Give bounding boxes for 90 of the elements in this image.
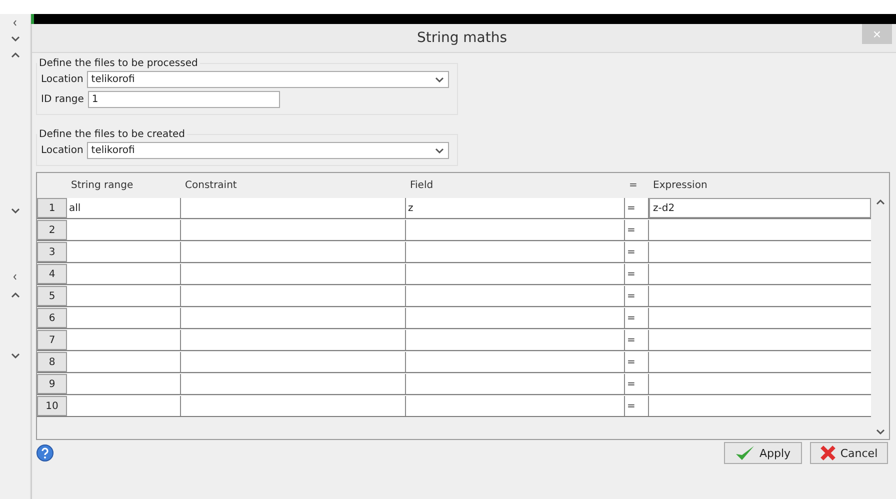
- table-cell[interactable]: [67, 242, 181, 262]
- table-cell[interactable]: [67, 396, 181, 416]
- equals-cell: =: [625, 330, 649, 350]
- table-cell[interactable]: [406, 352, 625, 372]
- id-range-label: ID range: [41, 94, 84, 105]
- table-cell[interactable]: [649, 374, 871, 394]
- apply-button[interactable]: Apply: [724, 442, 802, 464]
- scroll-up-icon: [876, 199, 884, 205]
- table-cell[interactable]: [649, 220, 871, 240]
- equals-cell: =: [625, 242, 649, 262]
- column-header: =: [628, 180, 638, 191]
- row-number: 2: [37, 220, 67, 240]
- table-cell[interactable]: [181, 308, 406, 328]
- table-cell[interactable]: [67, 330, 181, 350]
- table-cell[interactable]: [67, 374, 181, 394]
- chevron-down-icon: [10, 36, 20, 42]
- chevron-left-icon: [13, 274, 17, 280]
- equals-cell: =: [625, 286, 649, 306]
- chevron-down-icon: [10, 208, 20, 214]
- group-title: Define the files to be created: [38, 129, 186, 140]
- table-cell[interactable]: [649, 396, 871, 416]
- table-cell[interactable]: [406, 374, 625, 394]
- table-cell[interactable]: [67, 220, 181, 240]
- cross-icon: [820, 445, 836, 461]
- table-cell[interactable]: [67, 286, 181, 306]
- table-cell[interactable]: [406, 308, 625, 328]
- id-range-field[interactable]: 1: [88, 91, 280, 108]
- table-cell[interactable]: [67, 308, 181, 328]
- table-cell[interactable]: [67, 352, 181, 372]
- table-cell[interactable]: [649, 308, 871, 328]
- table-cell[interactable]: [67, 264, 181, 284]
- table-cell[interactable]: [406, 242, 625, 262]
- row-number: 5: [37, 286, 67, 306]
- chevron-down-icon: [10, 353, 20, 359]
- table-cell[interactable]: [649, 286, 871, 306]
- table-cell[interactable]: [181, 242, 406, 262]
- column-header: Field: [409, 180, 434, 191]
- row-number: 10: [37, 396, 67, 416]
- table-cell[interactable]: [649, 352, 871, 372]
- chevron-up-icon: [10, 52, 20, 58]
- checkmark-icon: [735, 445, 756, 461]
- row-number: 1: [37, 198, 67, 218]
- cancel-button[interactable]: Cancel: [810, 442, 888, 464]
- table-cell[interactable]: [406, 286, 625, 306]
- table-cell[interactable]: [406, 330, 625, 350]
- table-cell[interactable]: [181, 374, 406, 394]
- table-cell[interactable]: [406, 264, 625, 284]
- equals-cell: =: [625, 396, 649, 416]
- chevron-down-icon: [435, 76, 444, 82]
- window-title: String maths: [416, 30, 508, 46]
- equals-cell: =: [625, 374, 649, 394]
- row-number: 7: [37, 330, 67, 350]
- table-cell[interactable]: all: [67, 198, 181, 218]
- location-label: Location: [41, 145, 84, 156]
- chevron-down-icon: [435, 148, 444, 154]
- table-cell[interactable]: [181, 264, 406, 284]
- table-cell[interactable]: [181, 396, 406, 416]
- row-number: 6: [37, 308, 67, 328]
- location-label: Location: [41, 74, 84, 85]
- row-number: 9: [37, 374, 67, 394]
- equals-cell: =: [625, 352, 649, 372]
- table-cell[interactable]: [181, 330, 406, 350]
- column-header: Constraint: [184, 180, 238, 191]
- row-number: 4: [37, 264, 67, 284]
- equals-cell: =: [625, 264, 649, 284]
- table-cell[interactable]: z: [406, 198, 625, 218]
- chevron-up-icon: [10, 292, 20, 298]
- table-cell[interactable]: [406, 220, 625, 240]
- equals-cell: =: [625, 220, 649, 240]
- location-dropdown[interactable]: telikorofi: [87, 142, 450, 159]
- table-cell[interactable]: [406, 396, 625, 416]
- column-header: Expression: [652, 180, 708, 191]
- row-number: 3: [37, 242, 67, 262]
- chevron-left-icon: [13, 20, 17, 26]
- help-icon[interactable]: [36, 444, 54, 462]
- table-cell[interactable]: [181, 220, 406, 240]
- group-title: Define the files to be processed: [38, 58, 199, 69]
- location-dropdown[interactable]: telikorofi: [87, 71, 450, 88]
- scroll-down-icon: [876, 429, 884, 435]
- equals-cell: =: [625, 198, 649, 218]
- table-cell[interactable]: [649, 330, 871, 350]
- row-number: 8: [37, 352, 67, 372]
- equals-cell: =: [625, 308, 649, 328]
- table-cell[interactable]: [181, 198, 406, 218]
- table-cell[interactable]: [649, 242, 871, 262]
- table-cell[interactable]: [181, 286, 406, 306]
- table-cell[interactable]: z-d2: [649, 198, 871, 218]
- table-cell[interactable]: [649, 264, 871, 284]
- column-header: String range: [70, 180, 134, 191]
- table-cell[interactable]: [181, 352, 406, 372]
